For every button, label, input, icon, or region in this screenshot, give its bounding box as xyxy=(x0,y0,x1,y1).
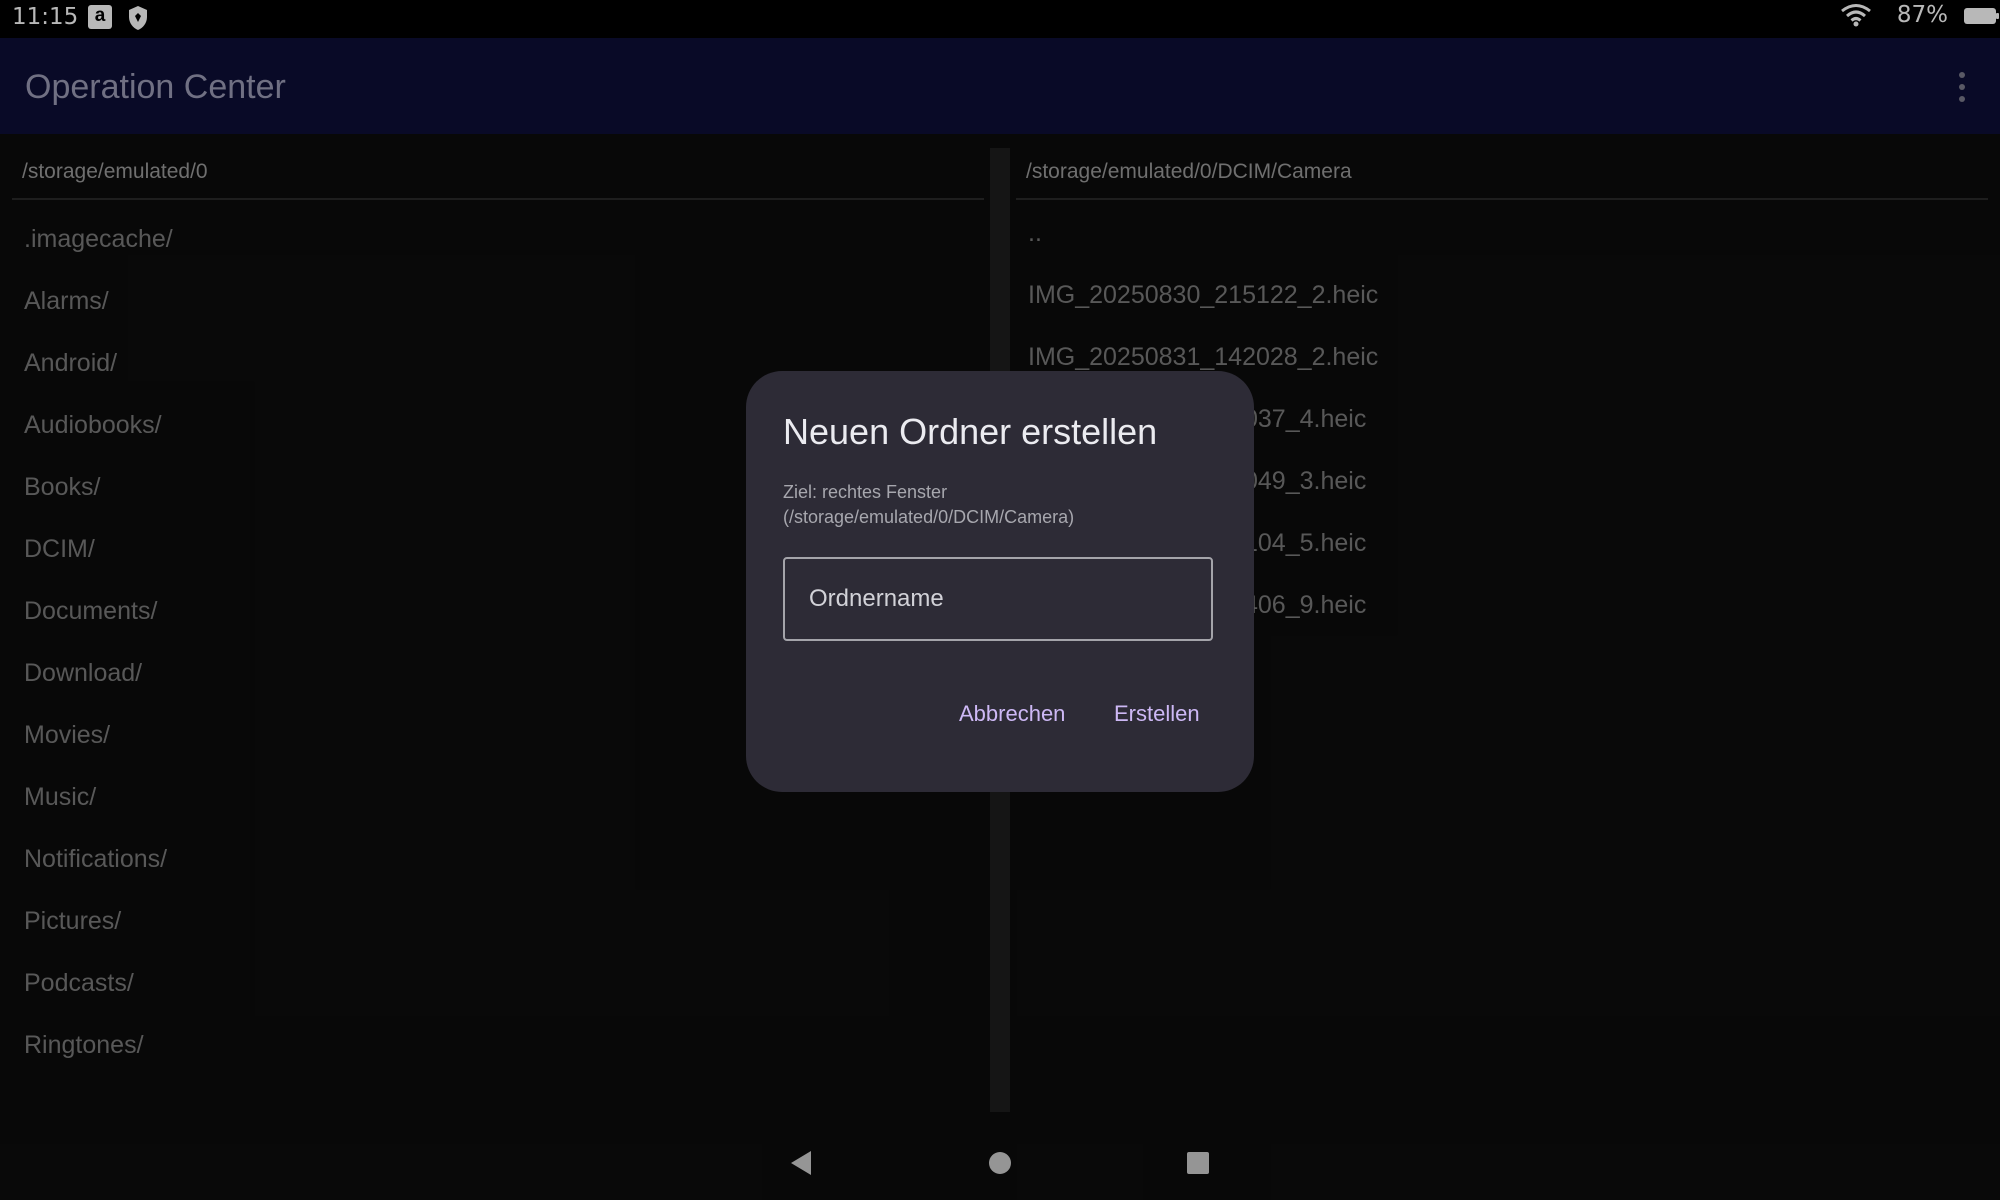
dialog-message-line: Ziel: rechtes Fenster xyxy=(783,482,948,502)
new-folder-dialog: Neuen Ordner erstellen Ziel: rechtes Fen… xyxy=(746,371,1254,792)
create-button[interactable]: Erstellen xyxy=(1114,701,1200,727)
folder-name-field[interactable] xyxy=(783,557,1213,641)
dialog-title: Neuen Ordner erstellen xyxy=(783,411,1158,452)
folder-name-input[interactable] xyxy=(785,559,1211,639)
dialog-message: Ziel: rechtes Fenster (/storage/emulated… xyxy=(783,480,1223,530)
dialog-message-path: (/storage/emulated/0/DCIM/Camera) xyxy=(783,507,1075,527)
screen: 11:15 a 87% Operation Center /storage/em… xyxy=(0,0,2000,1200)
cancel-button[interactable]: Abbrechen xyxy=(959,701,1065,727)
